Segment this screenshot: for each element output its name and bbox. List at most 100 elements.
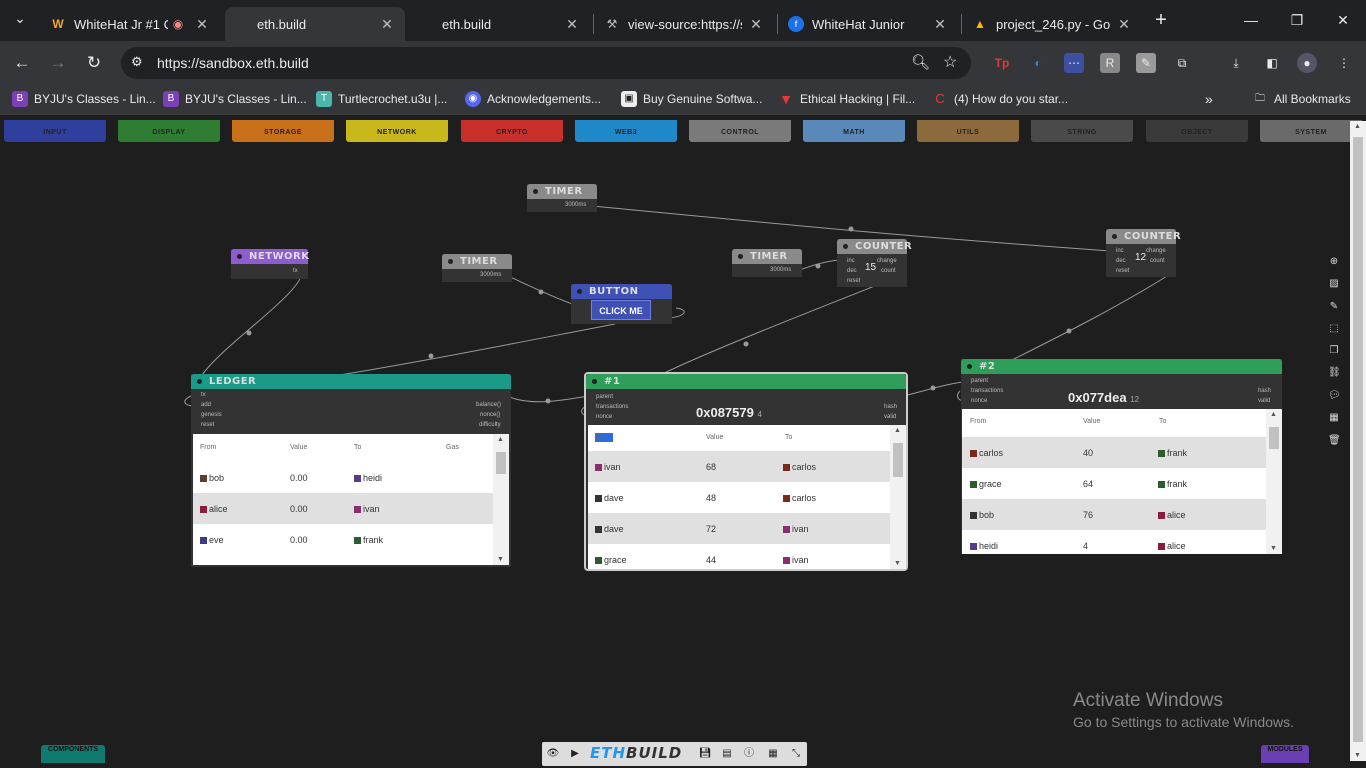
- node-collapse-dot[interactable]: [577, 289, 582, 294]
- close-icon[interactable]: ✕: [194, 16, 210, 33]
- tab-search-button[interactable]: ⌄: [5, 6, 35, 30]
- bookmark-item[interactable]: ▣ Buy Genuine Softwa...: [621, 91, 762, 107]
- node-collapse-dot[interactable]: [1112, 234, 1117, 239]
- close-icon[interactable]: ✕: [1116, 16, 1132, 33]
- node-header[interactable]: TIMER: [732, 249, 802, 264]
- add-node-icon[interactable]: ⊕: [1328, 256, 1340, 268]
- node-collapse-dot[interactable]: [533, 189, 538, 194]
- reload-button[interactable]: ↻: [82, 51, 106, 75]
- button-node[interactable]: BUTTON CLICK ME: [571, 284, 672, 324]
- modules-button[interactable]: MODULES: [1261, 745, 1309, 763]
- input-port-inc[interactable]: inc: [847, 258, 855, 264]
- timer-node[interactable]: TIMER 3000ms: [732, 249, 802, 277]
- input-port-nonce[interactable]: nonce: [596, 414, 612, 420]
- node-header[interactable]: COUNTER: [1106, 229, 1181, 244]
- scroll-thumb[interactable]: [496, 452, 506, 474]
- bookmark-item[interactable]: B BYJU's Classes - Lin...: [163, 91, 307, 107]
- url-text[interactable]: https://sandbox.eth.build: [157, 55, 309, 71]
- column-header-value[interactable]: Value: [290, 444, 307, 451]
- column-header-from[interactable]: From: [595, 433, 614, 442]
- layout-icon[interactable]: ▤: [720, 747, 734, 761]
- minimize-button[interactable]: —: [1236, 8, 1266, 32]
- node-collapse-dot[interactable]: [448, 259, 453, 264]
- table-scrollbar[interactable]: ▲ ▼: [493, 434, 509, 565]
- table-row[interactable]: alice 0.00 ivan: [193, 493, 493, 524]
- scroll-down-arrow-icon[interactable]: ▼: [1270, 545, 1277, 552]
- menu-icon[interactable]: ⋮: [1334, 53, 1354, 73]
- tab-project-246[interactable]: ▲ project_246.py - Goo ✕: [962, 7, 1142, 41]
- column-header-from[interactable]: From: [970, 418, 986, 425]
- input-port-reset[interactable]: reset: [847, 278, 860, 284]
- table-scrollbar[interactable]: ▲ ▼: [1266, 409, 1282, 554]
- node-header[interactable]: LEDGER: [191, 374, 511, 389]
- counter-node[interactable]: COUNTER inc dec reset 12 change count: [1106, 229, 1181, 277]
- extension-r-icon[interactable]: R: [1100, 53, 1120, 73]
- output-port-tx[interactable]: tx: [293, 268, 298, 274]
- side-panel-icon[interactable]: ◧: [1262, 53, 1282, 73]
- bookmark-item[interactable]: C (4) How do you star...: [932, 91, 1068, 107]
- output-port-hash[interactable]: hash: [1258, 388, 1271, 394]
- close-icon[interactable]: ✕: [748, 16, 764, 33]
- column-header-value[interactable]: Value: [706, 434, 723, 441]
- table-row[interactable]: bob 0.00 heidi: [193, 462, 493, 493]
- table-row[interactable]: ivan 68 carlos: [588, 451, 890, 482]
- block-node-1[interactable]: #1 parent transactions nonce hash valid …: [584, 372, 908, 571]
- scroll-thumb[interactable]: [1353, 137, 1363, 742]
- node-header[interactable]: #2: [961, 359, 1282, 374]
- link-icon[interactable]: ⛓: [1328, 367, 1341, 379]
- input-port-transactions[interactable]: transactions: [971, 388, 1003, 394]
- extension-tp-icon[interactable]: Tp: [992, 53, 1012, 73]
- block-transactions-table[interactable]: From Value To carlos 40 frank grace 64 f…: [962, 409, 1282, 554]
- extension-circle-icon[interactable]: ◐: [1028, 53, 1048, 73]
- bookmark-item[interactable]: T Turtlecrochet.u3u |...: [316, 91, 447, 107]
- output-port-count[interactable]: count: [881, 268, 896, 274]
- output-port-valid[interactable]: valid: [1258, 398, 1270, 404]
- back-button[interactable]: ←: [10, 51, 34, 75]
- components-button[interactable]: COMPONENTS: [41, 745, 105, 763]
- table-row[interactable]: bob 76 alice: [962, 499, 1266, 530]
- profile-avatar[interactable]: ●: [1297, 53, 1317, 73]
- table-row[interactable]: heidi 4 alice: [962, 530, 1266, 554]
- node-collapse-dot[interactable]: [843, 244, 848, 249]
- close-icon[interactable]: ✕: [564, 16, 580, 33]
- page-scrollbar[interactable]: ▲ ▼: [1350, 121, 1366, 761]
- bookmark-item[interactable]: ◉ Acknowledgements...: [465, 91, 601, 107]
- tab-whitehat-junior[interactable]: f WhiteHat Junior ✕: [778, 7, 958, 41]
- bookmark-item[interactable]: B BYJU's Classes - Lin...: [12, 91, 156, 107]
- node-collapse-dot[interactable]: [197, 379, 202, 384]
- click-me-button[interactable]: CLICK ME: [591, 300, 651, 320]
- eye-icon[interactable]: 👁︎: [546, 747, 560, 761]
- more-bookmarks-chevron-icon[interactable]: »: [1205, 91, 1213, 107]
- table-row[interactable]: grace 44 ivan: [588, 544, 890, 569]
- timer-node[interactable]: TIMER 3000ms: [527, 184, 597, 212]
- ledger-table[interactable]: From Value To Gas bob 0.00 heidi alice 0…: [193, 434, 509, 565]
- trash-icon[interactable]: 🗑︎: [1328, 435, 1341, 447]
- forward-button[interactable]: →: [46, 51, 70, 75]
- ledger-node[interactable]: LEDGER tx add genesis reset balance() no…: [191, 374, 511, 567]
- node-header[interactable]: #1: [586, 374, 906, 389]
- scroll-up-arrow-icon[interactable]: ▲: [1270, 411, 1277, 418]
- output-port-change[interactable]: change: [1146, 248, 1166, 254]
- tab-eth-build[interactable]: eth.build ✕: [410, 7, 590, 41]
- node-header[interactable]: TIMER: [442, 254, 512, 269]
- zoom-search-icon[interactable]: 🔍︎: [911, 53, 930, 71]
- scroll-thumb[interactable]: [1269, 427, 1279, 449]
- tab-eth-build-active[interactable]: eth.build ✕: [225, 7, 405, 41]
- close-icon[interactable]: ✕: [932, 16, 948, 33]
- select-box-icon[interactable]: ⬚: [1328, 323, 1340, 335]
- close-window-button[interactable]: ✕: [1328, 8, 1358, 32]
- extension-dots-icon[interactable]: ⋯: [1064, 53, 1084, 73]
- qr-code-icon[interactable]: ▦: [766, 747, 780, 761]
- input-port-dec[interactable]: dec: [847, 268, 857, 274]
- table-scrollbar[interactable]: ▲ ▼: [890, 425, 906, 569]
- timer-node[interactable]: TIMER 3000ms: [442, 254, 512, 282]
- output-port-hash[interactable]: hash: [884, 404, 897, 410]
- output-port-valid[interactable]: valid: [884, 414, 896, 420]
- network-node[interactable]: NETWORK tx: [231, 249, 309, 279]
- block-transactions-table[interactable]: From Value To ivan 68 carlos dave 48 car…: [588, 425, 906, 569]
- input-port-transactions[interactable]: transactions: [596, 404, 628, 410]
- tab-whitehat[interactable]: W WhiteHat Jr #1 Co ◉ ✕: [40, 7, 220, 41]
- input-port-parent[interactable]: parent: [596, 394, 613, 400]
- comment-icon[interactable]: 💬︎: [1328, 390, 1341, 402]
- node-header[interactable]: TIMER: [527, 184, 597, 199]
